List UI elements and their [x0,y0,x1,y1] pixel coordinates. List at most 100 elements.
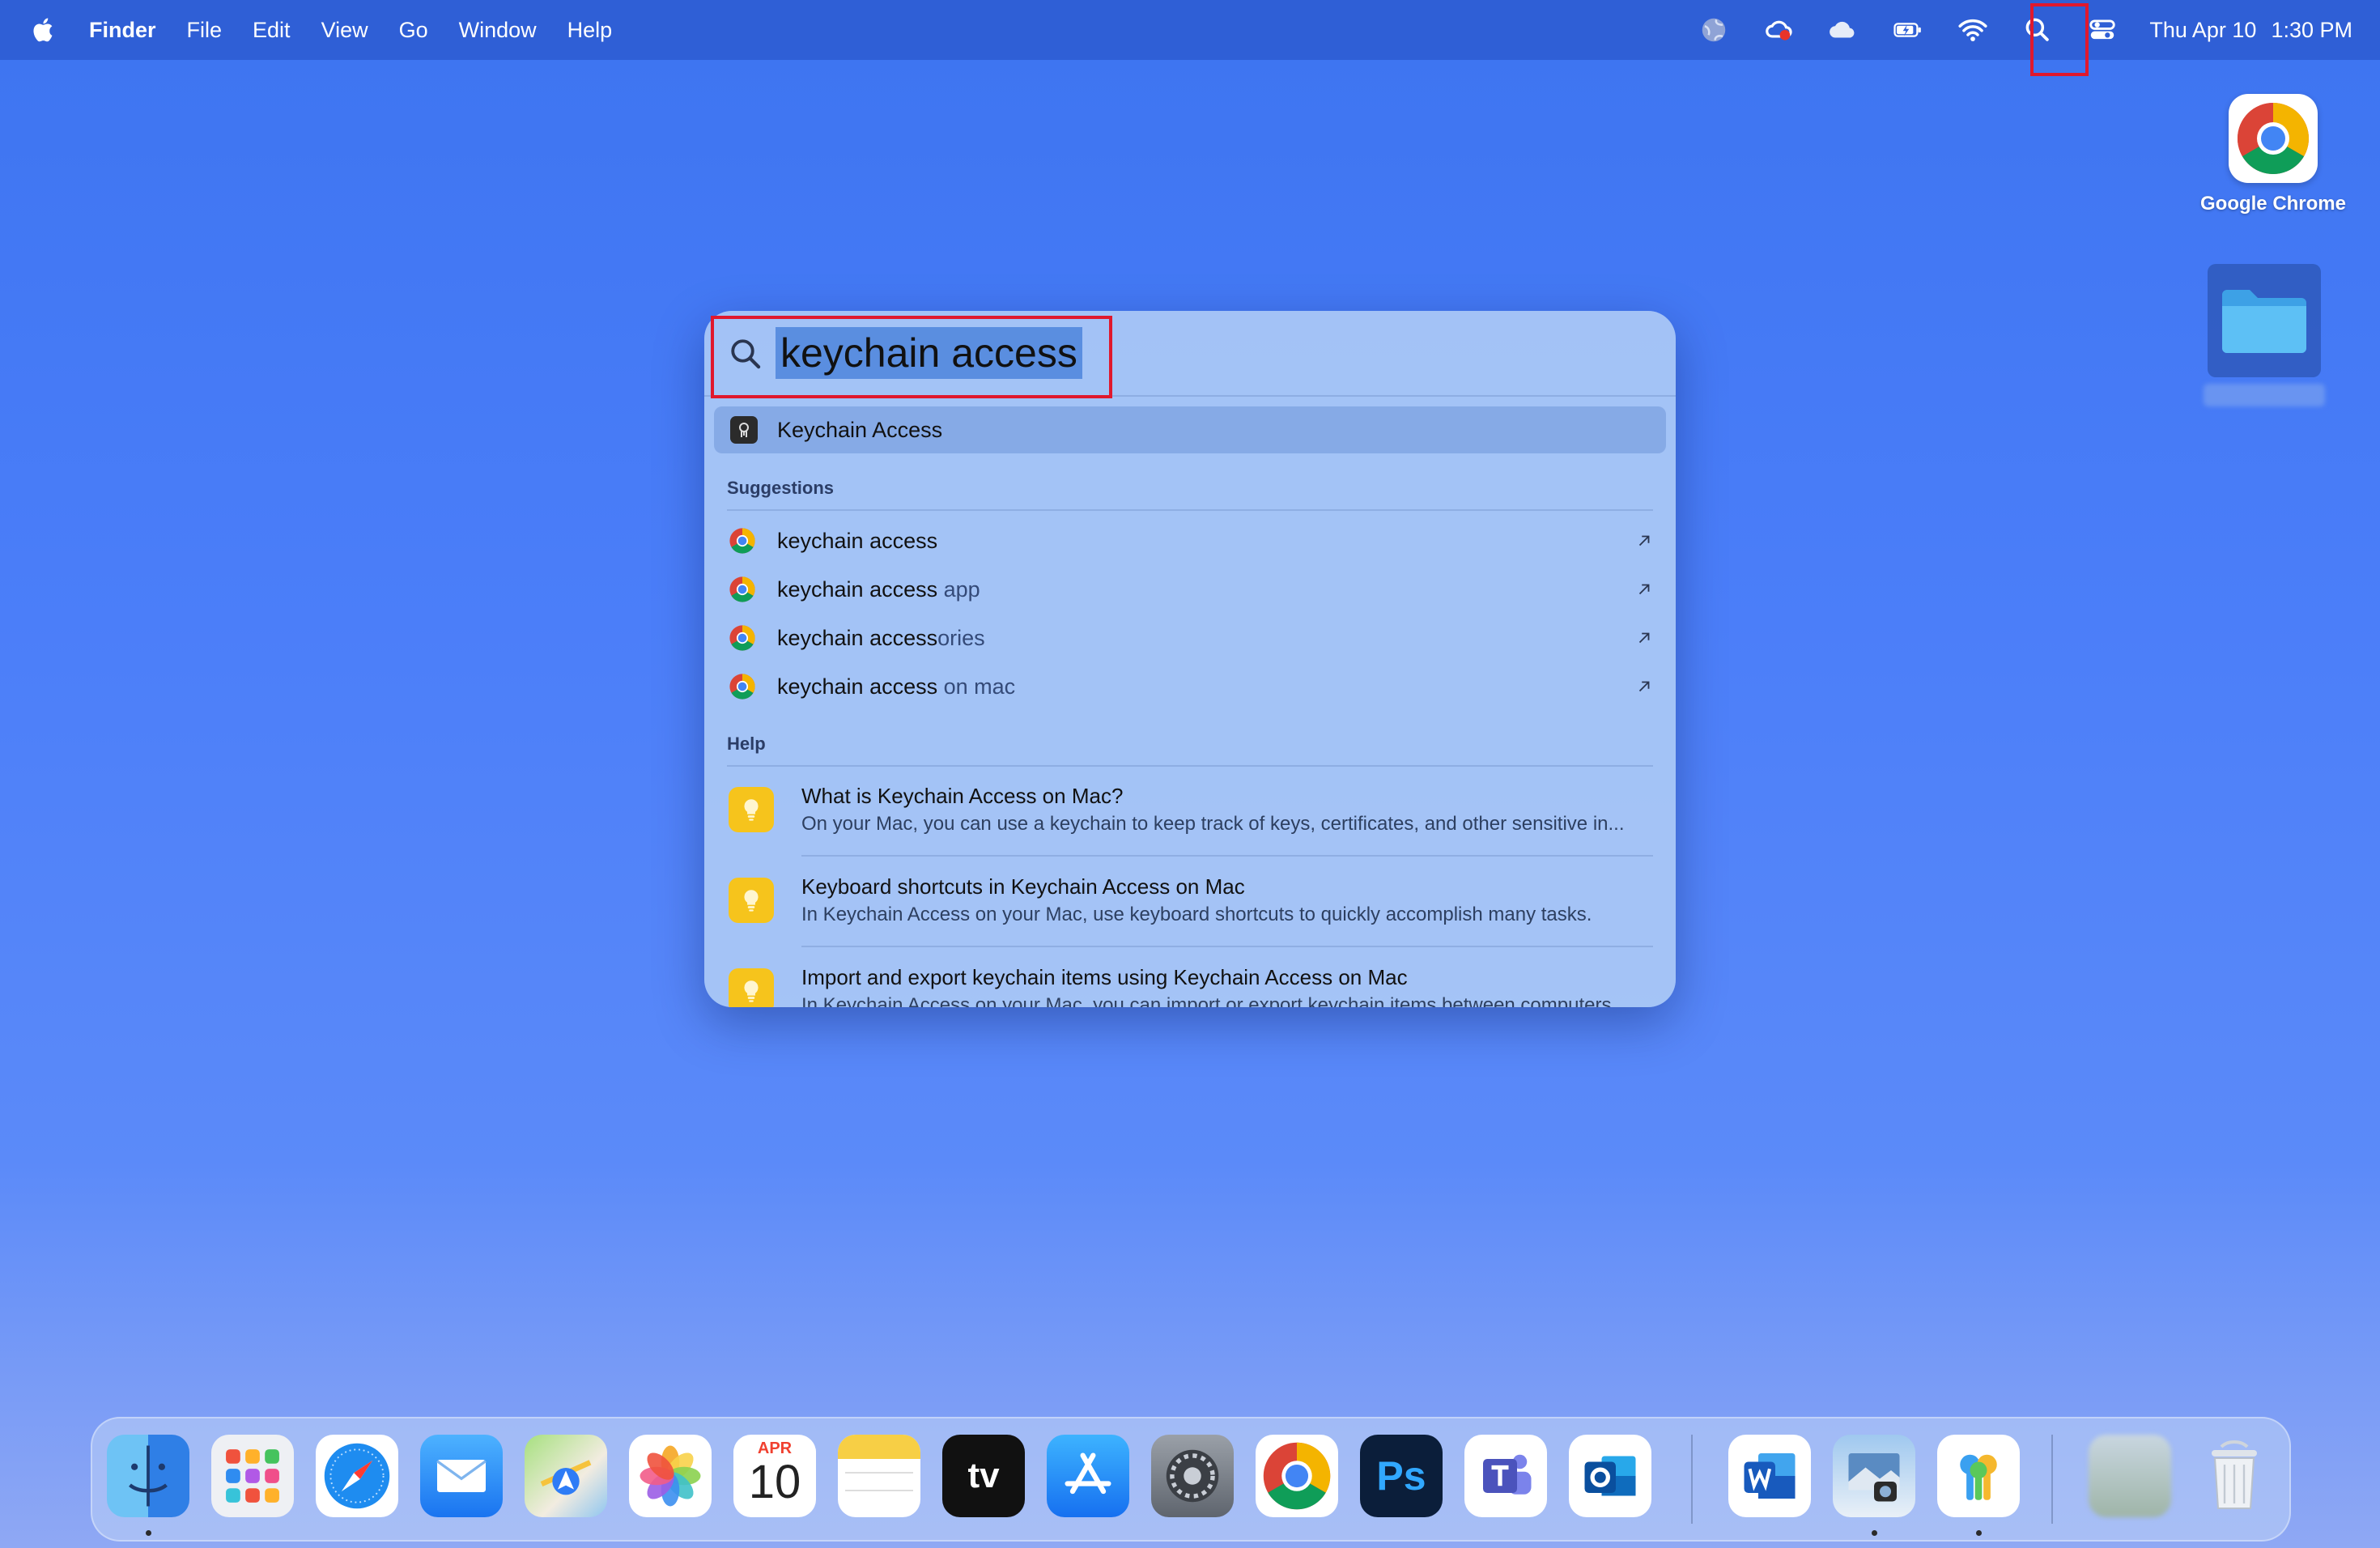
safari-icon[interactable] [316,1435,398,1517]
mail-icon[interactable] [420,1435,503,1517]
lightbulb-icon [729,878,774,923]
suggestion-typed: keychain access [777,528,938,553]
menu-go[interactable]: Go [399,18,428,43]
menu-bar: Finder File Edit View Go Window Help Thu [0,0,2380,60]
chrome-icon [729,528,755,554]
globe-icon[interactable] [1696,12,1732,48]
help-title: Keyboard shortcuts in Keychain Access on… [801,874,1245,899]
desktop-icon-google-chrome[interactable]: Google Chrome [2192,94,2354,215]
chrome-icon [729,674,755,700]
top-hit-keychain-access[interactable]: Keychain Access [714,406,1666,453]
suggestion-row[interactable]: keychain accessories [704,614,1676,662]
suggestion-row[interactable]: keychain access [704,517,1676,565]
open-arrow-icon [1638,535,1650,546]
notes-header-band [838,1435,920,1459]
ps-glyph: Ps [1376,1453,1426,1499]
suggestion-text: keychain access on mac [777,674,1015,700]
top-hit-label: Keychain Access [777,417,943,442]
suggestion-text: keychain access [777,529,937,554]
lightbulb-icon [729,968,774,1007]
battery-icon[interactable] [1890,12,1926,48]
folder-icon [2208,264,2321,377]
photoshop-icon[interactable]: Ps [1360,1435,1443,1517]
help-title: Import and export keychain items using K… [801,965,1408,989]
clock-time: 1:30 PM [2271,17,2352,42]
photos-icon[interactable] [629,1435,712,1517]
help-subtitle: In Keychain Access on your Mac, you can … [801,994,1617,1007]
help-subtitle: On your Mac, you can use a keychain to k… [801,813,1625,835]
notes-lines [845,1472,913,1491]
creative-cloud-icon[interactable] [1761,12,1796,48]
icloud-icon[interactable] [1825,12,1861,48]
blurred-folder-label [2204,384,2325,406]
dock-separator [1691,1435,1693,1524]
menu-window[interactable]: Window [459,18,537,43]
running-indicator [1976,1530,1982,1536]
help-header: Help [727,734,766,754]
suggestion-typed: keychain access [777,576,938,602]
suggestions-divider [727,509,1653,511]
apple-tv-icon[interactable]: tv [942,1435,1025,1517]
desktop-icon-label: Google Chrome [2199,193,2346,215]
help-result-row[interactable]: What is Keychain Access on Mac? On your … [704,769,1676,860]
chrome-icon [729,625,755,651]
maps-icon[interactable] [525,1435,607,1517]
system-settings-icon[interactable] [1151,1435,1234,1517]
suggestion-completion: app [937,576,980,602]
suggestion-completion: on mac [937,674,1016,699]
apple-icon[interactable] [31,16,58,44]
help-row-divider [801,946,1653,947]
chrome-icon[interactable] [1256,1435,1338,1517]
word-icon[interactable] [1728,1435,1811,1517]
suggestion-text: keychain access app [777,577,980,602]
menu-help[interactable]: Help [567,18,613,43]
finder-icon[interactable] [107,1435,189,1517]
menu-bar-left: Finder File Edit View Go Window Help [0,0,643,60]
suggestion-text: keychain accessories [777,626,985,651]
suggestion-completion: ories [937,625,985,650]
teams-icon[interactable] [1464,1435,1547,1517]
open-arrow-icon [1638,584,1650,595]
menu-bar-right: Thu Apr 10 1:30 PM [1667,0,2352,60]
chrome-icon [2229,94,2318,183]
control-center-icon[interactable] [2085,12,2120,48]
menu-file[interactable]: File [187,18,223,43]
open-arrow-icon [1638,632,1650,644]
wifi-icon[interactable] [1955,12,1991,48]
open-arrow-icon [1638,681,1650,692]
menu-bar-clock[interactable]: Thu Apr 10 1:30 PM [2149,18,2352,43]
running-indicator [146,1530,151,1536]
launchpad-icon[interactable] [211,1435,294,1517]
suggestion-row[interactable]: keychain access on mac [704,662,1676,711]
lightbulb-icon [729,787,774,832]
clock-date: Thu Apr 10 [2149,17,2257,42]
menu-view[interactable]: View [321,18,368,43]
help-subtitle: In Keychain Access on your Mac, use keyb… [801,904,1592,925]
calendar-day: 10 [748,1456,801,1508]
calendar-icon[interactable]: APR 10 [733,1435,816,1517]
running-indicator [1872,1530,1877,1536]
suggestions-header: Suggestions [727,478,835,498]
help-divider [727,765,1653,767]
help-result-row[interactable]: Keyboard shortcuts in Keychain Access on… [704,860,1676,950]
help-result-row[interactable]: Import and export keychain items using K… [704,950,1676,1007]
app-store-icon[interactable] [1047,1435,1129,1517]
menu-finder[interactable]: Finder [89,18,156,43]
suggestion-typed: keychain access [777,625,938,650]
outlook-icon[interactable] [1569,1435,1651,1517]
suggestion-row[interactable]: keychain access app [704,565,1676,614]
chrome-icon [729,576,755,602]
keychain-icon[interactable] [1937,1435,2020,1517]
keychain-app-icon [730,416,758,444]
dock: APR 10 tv Ps [91,1417,2291,1542]
suggestion-typed: keychain access [777,674,938,699]
preview-icon[interactable] [1833,1435,1915,1517]
blurred-app-icon[interactable] [2089,1435,2171,1517]
tv-glyph: tv [967,1456,1000,1495]
spotlight-panel: keychain access Keychain Access Suggesti… [704,311,1676,1007]
menu-edit[interactable]: Edit [253,18,291,43]
help-row-divider [801,855,1653,857]
trash-icon[interactable] [2193,1435,2276,1517]
notes-icon[interactable] [838,1435,920,1517]
desktop-folder[interactable] [2183,264,2345,406]
